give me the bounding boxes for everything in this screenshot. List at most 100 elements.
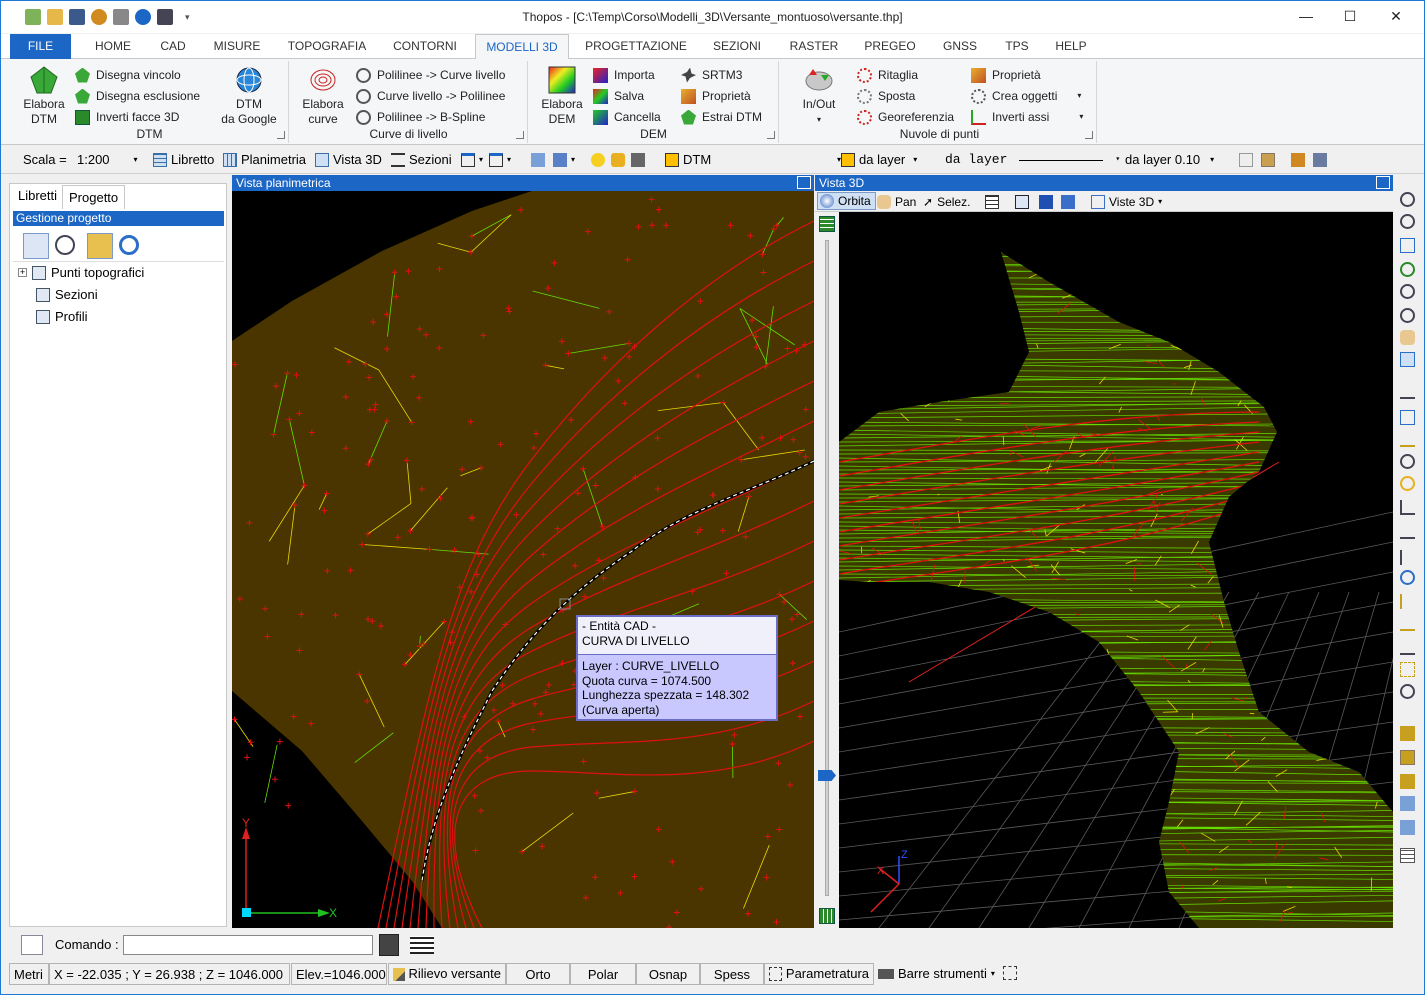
shaded-button[interactable] bbox=[1039, 192, 1053, 212]
tab-gnss[interactable]: GNSS bbox=[935, 34, 985, 59]
list-icon[interactable] bbox=[1400, 848, 1415, 863]
snap-perp-icon[interactable] bbox=[1400, 500, 1415, 515]
zoom-window-icon[interactable] bbox=[1400, 214, 1415, 229]
selez-button[interactable]: ➚ Selez. bbox=[923, 192, 970, 212]
sezioni-button[interactable]: Sezioni bbox=[391, 150, 452, 170]
layer-visible-button[interactable] bbox=[591, 150, 605, 170]
tab-progetto[interactable]: Progetto bbox=[62, 185, 126, 209]
tab-topografia[interactable]: TOPOGRAFIA bbox=[279, 34, 375, 59]
zoom-in-icon[interactable] bbox=[1400, 284, 1415, 299]
snap-mid-icon[interactable] bbox=[1400, 594, 1415, 609]
snap-intersection-icon[interactable] bbox=[1400, 640, 1415, 655]
zoom-extents-icon[interactable] bbox=[1400, 192, 1415, 207]
zoom-out-icon[interactable] bbox=[1400, 308, 1415, 323]
lineweight-select[interactable]: da layer 0.10 ▾ bbox=[1125, 150, 1214, 170]
curve-group-launcher[interactable] bbox=[516, 131, 524, 139]
inverti-assi-button[interactable]: Inverti assi ▾ bbox=[971, 107, 1083, 127]
parametratura-toggle[interactable]: Parametratura bbox=[764, 963, 874, 985]
tab-tps[interactable]: TPS bbox=[997, 34, 1037, 59]
snap-center-icon[interactable] bbox=[1400, 454, 1415, 469]
tab-libretti[interactable]: Libretti bbox=[12, 184, 63, 208]
slider-thumb[interactable] bbox=[818, 770, 836, 781]
snap-apparent-icon[interactable] bbox=[1400, 662, 1415, 677]
tab-contorni[interactable]: CONTORNI bbox=[385, 34, 465, 59]
curve-polilinee-button[interactable]: Curve livello -> Polilinee bbox=[356, 86, 505, 106]
vista3d-button[interactable]: Vista 3D bbox=[315, 150, 382, 170]
tree-item-profili[interactable]: Profili bbox=[36, 309, 88, 324]
refresh-icon[interactable] bbox=[119, 235, 139, 255]
command-history-icon[interactable] bbox=[21, 935, 43, 955]
rilievo-status[interactable]: Rilievo versante bbox=[388, 963, 506, 985]
nuvole-group-launcher[interactable] bbox=[1085, 131, 1093, 139]
textured-button[interactable] bbox=[1061, 192, 1075, 212]
inverti-assi-dropdown-icon[interactable]: ▾ bbox=[1079, 107, 1083, 127]
snap-none-icon[interactable] bbox=[1400, 684, 1415, 699]
tree-expand-icon[interactable]: + bbox=[18, 268, 27, 277]
dem-cancella-button[interactable]: Cancella bbox=[593, 107, 661, 127]
scala-select[interactable]: 1:200 ▾ bbox=[77, 150, 147, 170]
broom-button[interactable] bbox=[1313, 150, 1327, 170]
layers-stack-button[interactable]: ▾ bbox=[553, 150, 575, 170]
osnap-toggle[interactable]: Osnap bbox=[636, 963, 700, 985]
plan-view-canvas[interactable]: Y X bbox=[232, 191, 814, 928]
inverti-facce-button[interactable]: Inverti facce 3D bbox=[75, 107, 179, 127]
snap-near-icon[interactable] bbox=[1400, 616, 1415, 631]
tree-item-sezioni[interactable]: Sezioni bbox=[36, 287, 98, 302]
dem-group-launcher[interactable] bbox=[767, 131, 775, 139]
estrai-dtm-button[interactable]: Estrai DTM bbox=[681, 107, 762, 127]
layer-print-button[interactable] bbox=[631, 150, 645, 170]
tool-b-icon[interactable] bbox=[1400, 750, 1415, 765]
elabora-dem-button[interactable]: Elabora DEM bbox=[531, 65, 593, 127]
linetype-select[interactable]: da layer ▾ bbox=[945, 150, 1120, 170]
disegna-esclusione-button[interactable]: Disegna esclusione bbox=[75, 86, 200, 106]
layout-rows-button[interactable]: ▾ bbox=[489, 150, 511, 170]
match-properties-button[interactable] bbox=[1291, 150, 1305, 170]
tab-sezioni[interactable]: SEZIONI bbox=[705, 34, 769, 59]
dem-importa-button[interactable]: Importa bbox=[593, 65, 655, 85]
tab-home[interactable]: HOME bbox=[85, 34, 141, 59]
layer-lock-button[interactable] bbox=[611, 150, 625, 170]
minimize-button[interactable]: — bbox=[1283, 1, 1329, 31]
viste3d-button[interactable]: Viste 3D ▾ bbox=[1091, 192, 1162, 212]
srtm3-button[interactable]: SRTM3 bbox=[681, 65, 742, 85]
current-layer-select[interactable]: DTM ▾ bbox=[665, 150, 841, 170]
snap-node-icon[interactable] bbox=[1400, 524, 1415, 539]
command-input[interactable] bbox=[123, 935, 373, 955]
snap-tangent-icon[interactable] bbox=[1400, 570, 1415, 585]
disegna-vincolo-button[interactable]: Disegna vincolo bbox=[75, 65, 181, 85]
snap-quadrant-icon[interactable] bbox=[1400, 476, 1415, 491]
tool-a-icon[interactable] bbox=[1400, 726, 1415, 741]
snap-insert-icon[interactable] bbox=[1400, 550, 1415, 565]
elabora-curve-button[interactable]: Elabora curve bbox=[292, 65, 354, 127]
zoom-object-icon[interactable] bbox=[1400, 262, 1415, 277]
georeferenzia-button[interactable]: Georeferenzia bbox=[857, 107, 954, 127]
orto-toggle[interactable]: Orto bbox=[506, 963, 570, 985]
tool-c-icon[interactable] bbox=[1400, 774, 1415, 789]
color-select[interactable]: da layer ▾ bbox=[841, 150, 917, 170]
calculator-icon[interactable] bbox=[379, 934, 399, 956]
list-view-icon[interactable] bbox=[410, 936, 434, 954]
grid-toggle-button[interactable] bbox=[985, 192, 999, 212]
layout-columns-button[interactable]: ▾ bbox=[461, 150, 483, 170]
dem-salva-button[interactable]: Salva bbox=[593, 86, 644, 106]
magnifier-icon[interactable] bbox=[55, 235, 75, 255]
tab-raster[interactable]: RASTER bbox=[783, 34, 845, 59]
refresh-active-button[interactable] bbox=[87, 233, 113, 259]
barre-strumenti-menu[interactable]: Barre strumenti ▾ bbox=[874, 963, 999, 985]
tool-d-icon[interactable] bbox=[1400, 796, 1415, 811]
layers-button[interactable] bbox=[531, 150, 545, 170]
ritaglia-button[interactable]: Ritaglia bbox=[857, 65, 918, 85]
maximize-button[interactable]: ☐ bbox=[1327, 1, 1373, 31]
copy-button[interactable] bbox=[1239, 150, 1253, 170]
mesh-view-icon[interactable] bbox=[819, 216, 835, 232]
paste-button[interactable] bbox=[1261, 150, 1275, 170]
fullscreen-button[interactable] bbox=[999, 963, 1021, 985]
select-arrow-button[interactable] bbox=[23, 233, 49, 259]
sposta-button[interactable]: Sposta bbox=[857, 86, 915, 106]
tab-file[interactable]: FILE bbox=[10, 34, 71, 59]
planimetria-button[interactable]: Planimetria bbox=[223, 150, 306, 170]
zoom-101-icon[interactable] bbox=[1400, 238, 1415, 253]
dem-proprieta-button[interactable]: Proprietà bbox=[681, 86, 751, 106]
pan-button[interactable]: Pan bbox=[877, 192, 916, 212]
tab-pregeo[interactable]: PREGEO bbox=[857, 34, 923, 59]
